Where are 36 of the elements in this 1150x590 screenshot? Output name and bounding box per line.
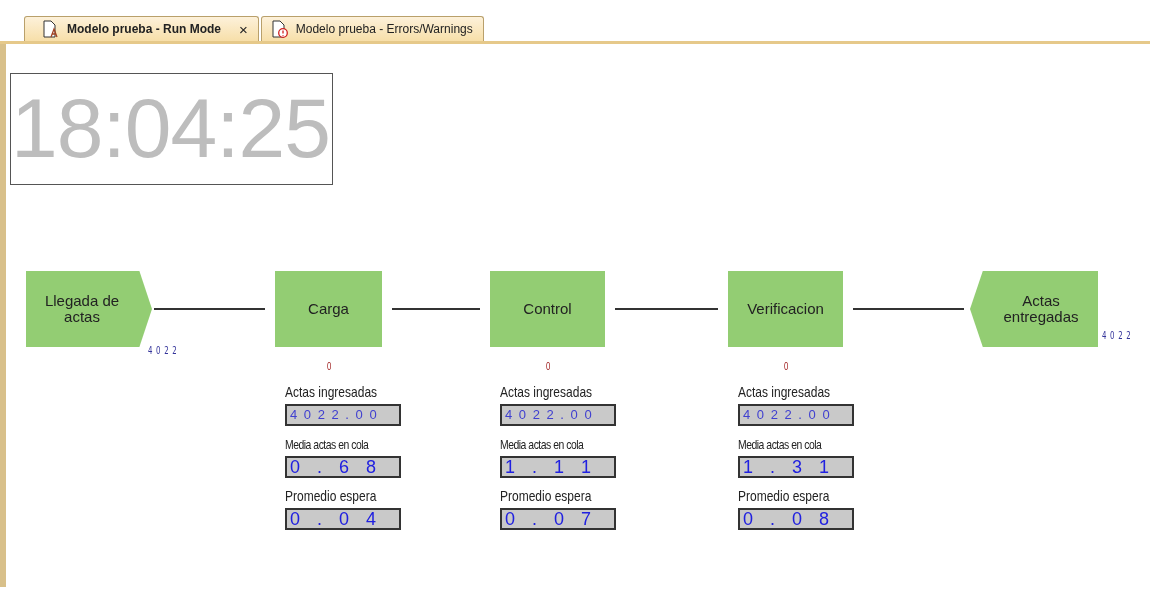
queue-count: 0 bbox=[545, 359, 550, 374]
close-button[interactable]: × bbox=[239, 21, 248, 37]
stat-value: 4 0 2 2 . 0 0 bbox=[500, 404, 616, 426]
stat-label: Promedio espera bbox=[738, 486, 830, 506]
warning-icon bbox=[271, 20, 288, 38]
stat-label: Promedio espera bbox=[500, 486, 592, 506]
sink-block: Actas entregadas bbox=[970, 271, 1098, 347]
activity-block: Verificacion bbox=[728, 271, 843, 347]
tab-label[interactable]: Modelo prueba - Run Mode bbox=[67, 20, 221, 38]
stat-value: 0 . 0 8 bbox=[738, 508, 854, 530]
stat-value: 1 . 1 1 bbox=[500, 456, 616, 478]
tab[interactable]: Modelo prueba - Run Mode × bbox=[24, 16, 259, 41]
tab-label[interactable]: Modelo prueba - Errors/Warnings bbox=[295, 20, 473, 38]
stat-value: 0 . 0 4 bbox=[285, 508, 401, 530]
stat-label: Actas ingresadas bbox=[500, 382, 593, 402]
queue-count: 0 bbox=[326, 359, 331, 374]
stat-label: Media actas en cola bbox=[738, 436, 822, 454]
stat-label: Media actas en cola bbox=[500, 436, 584, 454]
stat-value: 1 . 3 1 bbox=[738, 456, 854, 478]
source-block: Llegada de actas bbox=[26, 271, 152, 347]
document-icon bbox=[43, 20, 59, 38]
stat-label: Promedio espera bbox=[285, 486, 377, 506]
stat-label: Actas ingresadas bbox=[285, 382, 378, 402]
counter-text: 4 0 2 2 bbox=[148, 344, 177, 358]
clock-display: 18:04:25 bbox=[10, 73, 333, 185]
counter-text: 4 0 2 2 bbox=[1102, 329, 1131, 343]
activity-block: Carga bbox=[275, 271, 382, 347]
queue-count: 0 bbox=[783, 359, 788, 374]
stat-value: 0 . 6 8 bbox=[285, 456, 401, 478]
stat-value: 4 0 2 2 . 0 0 bbox=[738, 404, 854, 426]
stat-label: Media actas en cola bbox=[285, 436, 369, 454]
activity-block: Control bbox=[490, 271, 605, 347]
tab[interactable]: Modelo prueba - Errors/Warnings bbox=[260, 16, 484, 41]
stat-value: 4 0 2 2 . 0 0 bbox=[285, 404, 401, 426]
stat-label: Actas ingresadas bbox=[738, 382, 831, 402]
stat-value: 0 . 0 7 bbox=[500, 508, 616, 530]
